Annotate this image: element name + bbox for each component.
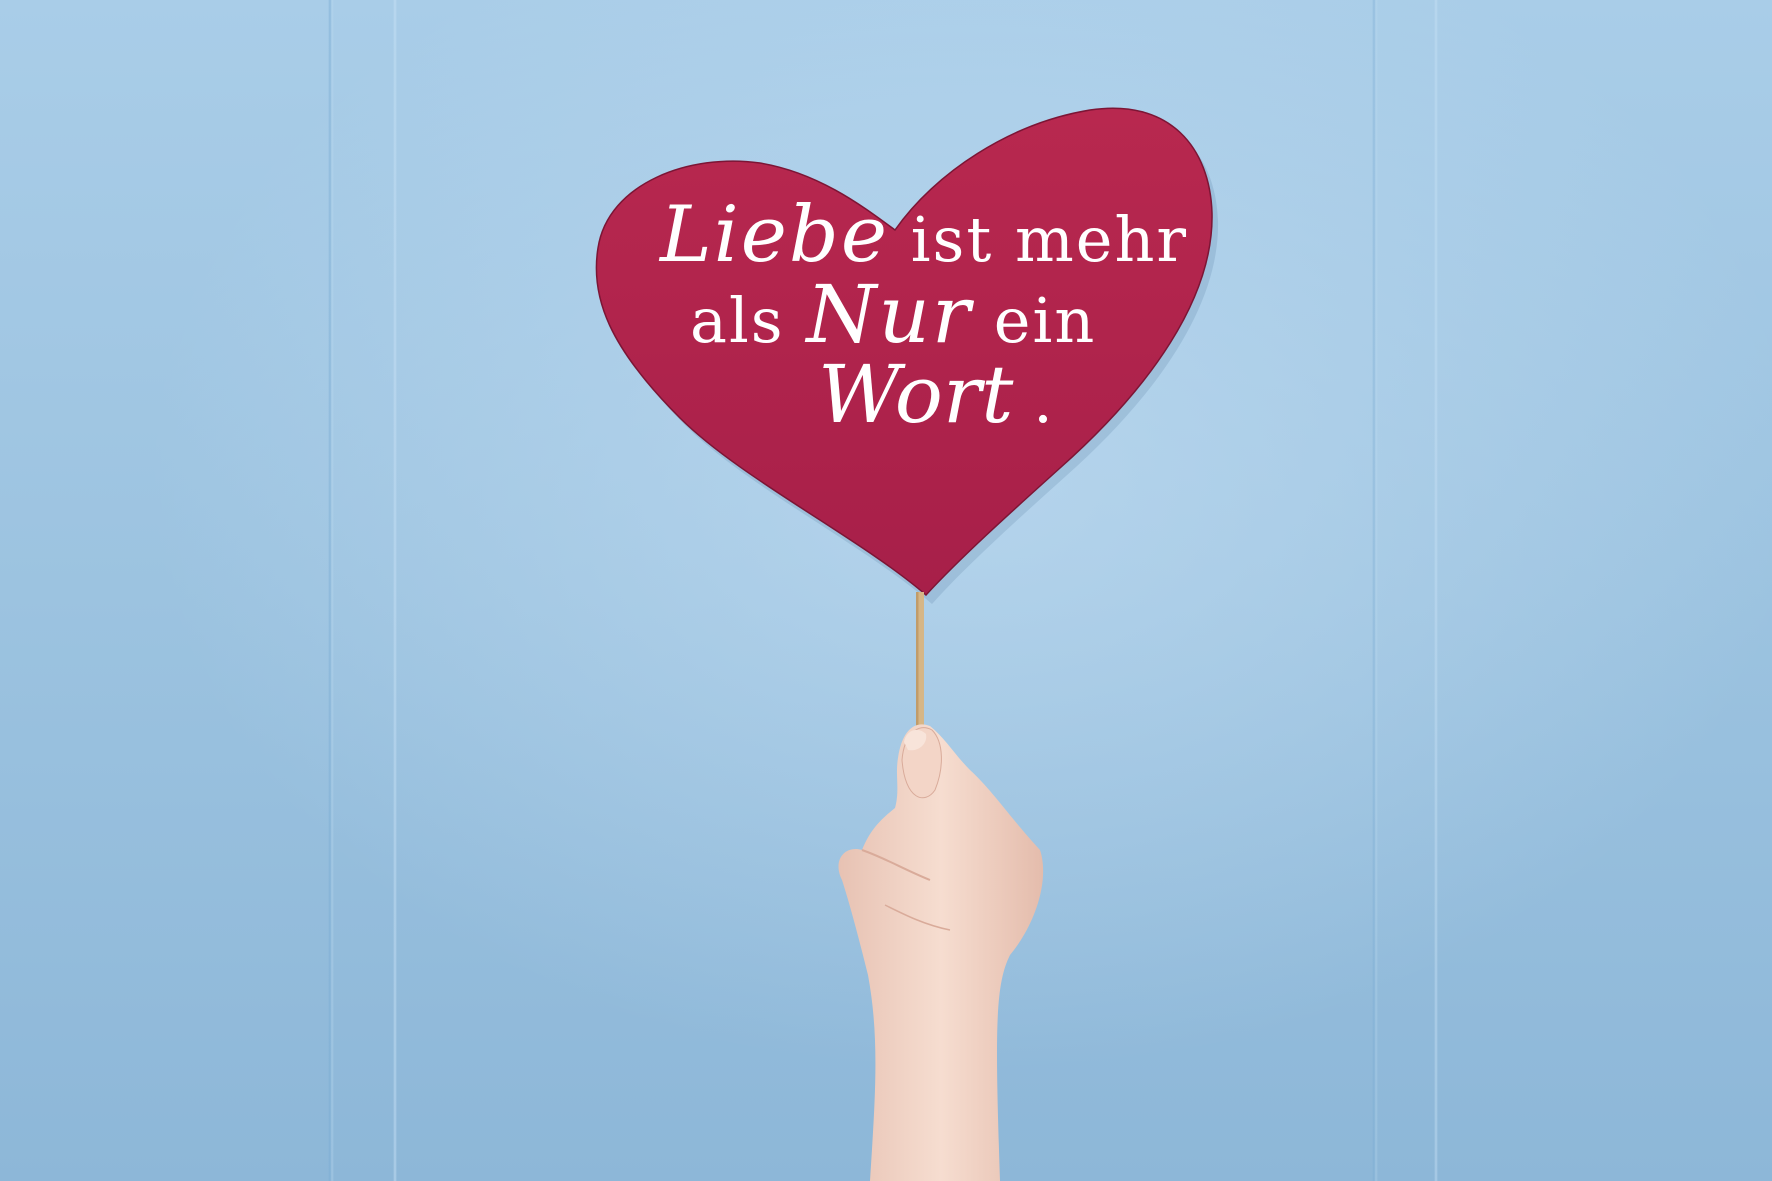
quote-line-3: Wort . — [818, 348, 1053, 441]
quote-word-liebe: Liebe — [660, 190, 889, 280]
quote-text-als: als — [690, 284, 807, 357]
heart-on-stick-illustration — [595, 107, 1219, 1181]
hand-holding-stick — [838, 724, 1044, 1181]
quote-period: . — [1013, 364, 1053, 437]
quote-line-1: Liebe ist mehr — [660, 190, 1188, 280]
quote-text-ist-mehr: ist mehr — [889, 203, 1189, 276]
quote-text-ein: ein — [972, 284, 1097, 357]
photo-scene: Liebe ist mehr als Nur ein Wort . — [0, 0, 1772, 1181]
quote-word-wort: Wort — [818, 348, 1014, 441]
